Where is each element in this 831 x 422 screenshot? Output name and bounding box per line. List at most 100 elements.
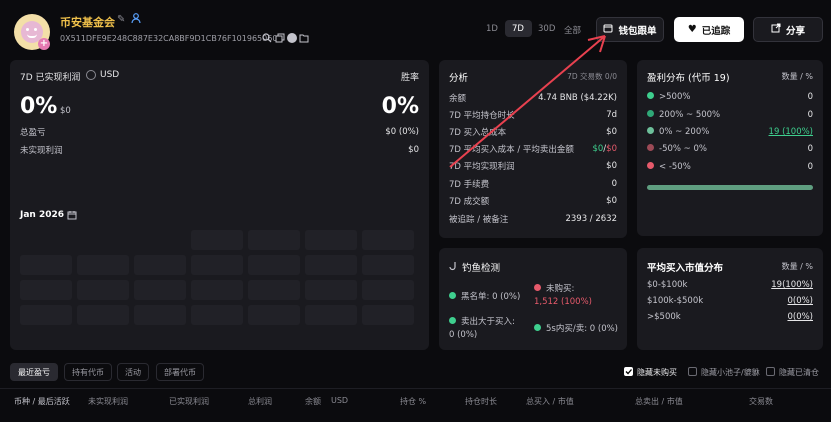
th-unrealized[interactable]: 未实现利润 [88,396,128,407]
filter-hide-cleared[interactable]: 隐藏已清仓 [766,367,819,378]
unrealized-label: 未实现利润 [20,146,63,156]
following-button[interactable]: ♥ 已追踪 [674,17,744,42]
mcap-row: $100k-$500k 0(0%) [647,296,813,306]
calendar-day-cell [305,255,357,275]
mcap-header: 数量 / % [781,262,813,271]
profit-distribution-header: 数量 / % [781,72,813,81]
analysis-row: 7D 手续费 0 [449,179,617,190]
wallet-address: 0X511DFE9E248C887E32CA8BF9D1CB76F1019650… [60,34,278,43]
range-dot [647,110,654,117]
profit-range-row: 200% ~ 500% 0 [647,108,813,122]
calendar-day-cell [362,280,414,300]
copy-wallet-label: 钱包跟单 [618,25,657,37]
calendar-day-cell [305,230,357,250]
filter-hide-small-pools[interactable]: 隐藏小池子/貔貅 [688,367,760,378]
th-hold-duration[interactable]: 持仓时长 [465,396,497,407]
range-dot [647,162,654,169]
calendar-day-cell [248,255,300,275]
tab-holdings[interactable]: 持有代币 [64,363,112,381]
analysis-row: 7D 成交额 $0 [449,196,617,207]
folder-icon[interactable] [299,33,309,46]
heart-icon: ♥ [687,24,697,35]
tab-activity[interactable]: 活动 [117,363,149,381]
profit-range-row: -50% ~ 0% 0 [647,142,813,156]
total-pnl-label: 总盈亏 [20,128,46,138]
calendar-day-cell [20,305,72,325]
calendar-day-cell [20,255,72,275]
share-label: 分享 [785,25,805,37]
th-usd[interactable]: USD [331,396,348,405]
calendar-day-cell [134,280,186,300]
share-button[interactable]: 分享 [753,17,823,42]
calendar-day-cell [77,305,129,325]
checkbox-icon[interactable] [766,367,775,376]
blacklist-item: 黑名单: 0 (0%) [449,290,520,302]
th-total-profit[interactable]: 总利润 [248,396,272,407]
copy-icon[interactable] [275,33,285,46]
sold-more-item: 卖出大于买入: [449,315,515,327]
phishing-title: 钓鱼检测 [462,263,501,274]
table-header-divider [0,388,831,389]
th-realized[interactable]: 已实现利润 [169,396,209,407]
filter-hide-unbought[interactable]: 隐藏未购买 [624,367,677,378]
phishing-card: 钓鱼检测 黑名单: 0 (0%) 未购买: 1,512 (100%) 卖出大于买… [439,248,627,350]
th-position-pct[interactable]: 持仓 % [400,396,426,407]
th-balance[interactable]: 余额 [305,396,321,407]
fishing-hook-icon [449,261,459,274]
calendar-day-cell [191,280,243,300]
th-total-buy[interactable]: 总买入 / 市值 [526,396,574,407]
share-icon [771,23,781,36]
winrate-value: 0% [381,94,419,119]
total-pnl-value: $0 (0%) [385,127,419,137]
calendar-day-cell [248,230,300,250]
profit-distribution-bar [647,185,813,190]
checkbox-icon[interactable] [688,367,697,376]
profit-range-row: >500% 0 [647,90,813,104]
search-icon[interactable] [262,33,272,46]
currency-label[interactable]: USD [100,70,119,80]
range-dot [647,127,654,134]
total-pnl-row: 总盈亏 $0 (0%) [20,125,419,139]
calendar-day-cell [362,255,414,275]
calendar-icon[interactable] [67,210,77,223]
sold-more-value: 0 (0%) [449,330,478,340]
pnl-card: 7D 已实现利润 USD 胜率 0% $0 0% 总盈亏 $0 (0%) 未实现… [10,60,429,350]
explorer-icon[interactable] [287,33,297,43]
mcap-row: >$500k 0(0%) [647,312,813,322]
mcap-row: $0-$100k 19(100%) [647,280,813,290]
calendar-day-cell [248,280,300,300]
th-trades[interactable]: 交易数 [749,396,773,407]
profit-distribution-title: 盈利分布 (代币 19) [647,73,730,84]
calendar-day-cell [305,305,357,325]
calendar-day-cell [77,280,129,300]
calendar-day-cell [362,230,414,250]
calendar-month: Jan 2026 [20,210,65,220]
wallet-name: 币安基金会 [60,16,115,29]
calendar-day-cell [191,230,243,250]
currency-switch-icon[interactable] [86,70,96,80]
pnl-title: 7D 已实现利润 [20,73,81,83]
calendar-day-cell [134,305,186,325]
profit-distribution-card: 盈利分布 (代币 19) 数量 / % >500% 0 200% ~ 500% 0 … [637,60,823,236]
calendar-day-cell [20,280,72,300]
annotation-arrow-icon [449,35,606,168]
calendar-day-cell [248,305,300,325]
tab-deployed[interactable]: 部署代币 [156,363,204,381]
user-icon[interactable] [131,13,141,24]
calendar-day-cell [77,255,129,275]
add-badge-icon: + [38,38,50,50]
edit-icon[interactable]: ✎ [117,14,125,25]
calendar-day-cell [191,305,243,325]
pnl-usd: $0 [60,106,71,116]
th-total-sell[interactable]: 总卖出 / 市值 [635,396,683,407]
calendar-day-cell [362,305,414,325]
following-label: 已追踪 [701,25,731,37]
checkbox-checked-icon[interactable] [624,367,633,376]
profit-range-row: 0% ~ 200% 19 (100%) [647,125,813,139]
avatar[interactable]: + [14,14,50,50]
tab-recent-pnl[interactable]: 最近盈亏 [10,363,58,381]
pnl-percent: 0% [20,94,58,119]
range-dot [647,92,654,99]
range-dot [647,144,654,151]
th-token[interactable]: 币种 / 最后活跃 [14,396,70,407]
